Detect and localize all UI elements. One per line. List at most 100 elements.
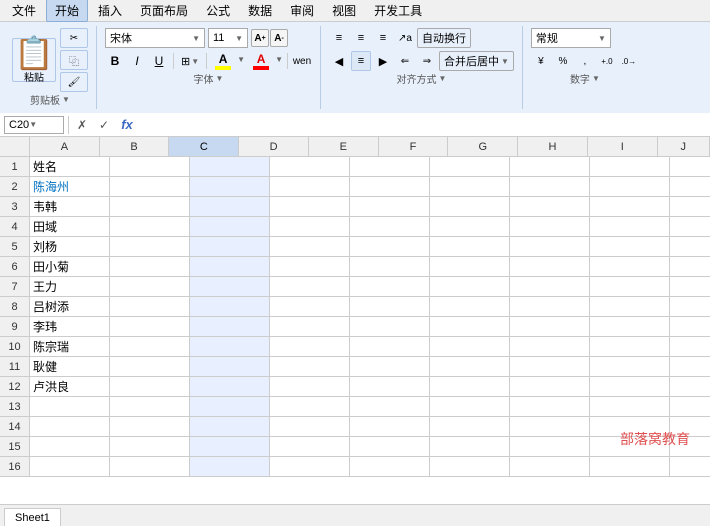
insert-function-button[interactable]: fx (117, 116, 137, 134)
cell[interactable] (350, 457, 430, 477)
cell[interactable] (350, 437, 430, 457)
cell[interactable] (670, 177, 710, 197)
cell[interactable] (350, 317, 430, 337)
cell[interactable] (190, 157, 270, 177)
cell[interactable] (510, 397, 590, 417)
cell[interactable] (190, 257, 270, 277)
cell[interactable] (510, 297, 590, 317)
cell[interactable] (190, 337, 270, 357)
border-button[interactable]: ⊞ ▼ (178, 51, 202, 71)
cell[interactable] (190, 217, 270, 237)
cell[interactable] (350, 357, 430, 377)
cell[interactable]: 陈海州 (30, 177, 110, 197)
cell[interactable] (590, 457, 670, 477)
col-header-D[interactable]: D (239, 137, 309, 157)
cell[interactable] (590, 417, 670, 437)
cell[interactable] (590, 297, 670, 317)
bold-button[interactable]: B (105, 51, 125, 71)
cell[interactable] (590, 237, 670, 257)
cell[interactable] (670, 237, 710, 257)
cell[interactable] (590, 337, 670, 357)
cell[interactable] (350, 157, 430, 177)
border-dropdown-icon[interactable]: ▼ (191, 57, 199, 66)
cell[interactable] (110, 157, 190, 177)
indent-decrease-button[interactable]: ⇐ (395, 51, 415, 71)
cell[interactable] (590, 277, 670, 297)
underline-button[interactable]: U (149, 51, 169, 71)
cell[interactable] (110, 397, 190, 417)
cell[interactable] (110, 217, 190, 237)
cell[interactable] (30, 397, 110, 417)
align-top-left-button[interactable]: ≡ (329, 28, 349, 48)
cell[interactable] (270, 457, 350, 477)
cell[interactable] (190, 417, 270, 437)
cell[interactable] (510, 177, 590, 197)
cell[interactable] (270, 217, 350, 237)
cell[interactable] (190, 437, 270, 457)
cell[interactable] (670, 157, 710, 177)
menu-home[interactable]: 开始 (46, 0, 88, 22)
cell[interactable] (430, 397, 510, 417)
cell[interactable]: 耿健 (30, 357, 110, 377)
fill-color-button[interactable]: A (211, 51, 235, 71)
cell[interactable] (590, 157, 670, 177)
cell[interactable] (270, 197, 350, 217)
cell[interactable] (270, 437, 350, 457)
cell[interactable] (270, 177, 350, 197)
percent-button[interactable]: % (553, 51, 573, 71)
cell[interactable] (510, 157, 590, 177)
cell[interactable] (510, 377, 590, 397)
cell[interactable] (590, 397, 670, 417)
cell[interactable] (350, 237, 430, 257)
font-size-dropdown-icon[interactable]: ▼ (235, 34, 243, 43)
cell[interactable] (670, 437, 710, 457)
cell[interactable] (190, 177, 270, 197)
cell[interactable] (590, 317, 670, 337)
cell[interactable] (110, 197, 190, 217)
col-header-B[interactable]: B (100, 137, 170, 157)
comma-button[interactable]: , (575, 51, 595, 71)
cell[interactable] (110, 457, 190, 477)
menu-view[interactable]: 视图 (324, 0, 364, 21)
cell[interactable] (190, 277, 270, 297)
cell[interactable] (270, 157, 350, 177)
cell[interactable] (670, 297, 710, 317)
cell[interactable]: 刘杨 (30, 237, 110, 257)
col-header-J[interactable]: J (658, 137, 710, 157)
cell[interactable] (670, 337, 710, 357)
cell[interactable] (350, 197, 430, 217)
cell[interactable] (270, 257, 350, 277)
cell[interactable] (670, 417, 710, 437)
font-size-selector[interactable]: 11 ▼ (208, 28, 248, 48)
cell[interactable] (430, 257, 510, 277)
number-expand-icon[interactable]: ▼ (592, 74, 600, 83)
cell[interactable] (190, 317, 270, 337)
cell[interactable]: 田域 (30, 217, 110, 237)
align-top-center-button[interactable]: ≡ (351, 28, 371, 48)
cell[interactable] (510, 357, 590, 377)
cell[interactable] (590, 217, 670, 237)
cell[interactable] (510, 317, 590, 337)
cell[interactable] (670, 377, 710, 397)
wrap-text-button[interactable]: 自动换行 (417, 28, 471, 48)
cell[interactable] (350, 297, 430, 317)
cell[interactable]: 李玮 (30, 317, 110, 337)
phonetic-button[interactable]: wen (292, 51, 312, 71)
cell[interactable] (110, 237, 190, 257)
col-header-A[interactable]: A (30, 137, 100, 157)
cell[interactable] (110, 317, 190, 337)
menu-file[interactable]: 文件 (4, 0, 44, 21)
cell[interactable] (270, 317, 350, 337)
cell[interactable] (270, 357, 350, 377)
menu-developer[interactable]: 开发工具 (366, 0, 430, 21)
cell[interactable] (510, 237, 590, 257)
menu-insert[interactable]: 插入 (90, 0, 130, 21)
cell[interactable] (110, 377, 190, 397)
cell[interactable] (510, 217, 590, 237)
col-header-H[interactable]: H (518, 137, 588, 157)
cell[interactable] (430, 437, 510, 457)
format-painter-button[interactable]: 🖌 (60, 72, 88, 92)
cell[interactable] (670, 357, 710, 377)
cell[interactable] (270, 297, 350, 317)
merge-center-button[interactable]: 合并后居中 ▼ (439, 51, 514, 71)
